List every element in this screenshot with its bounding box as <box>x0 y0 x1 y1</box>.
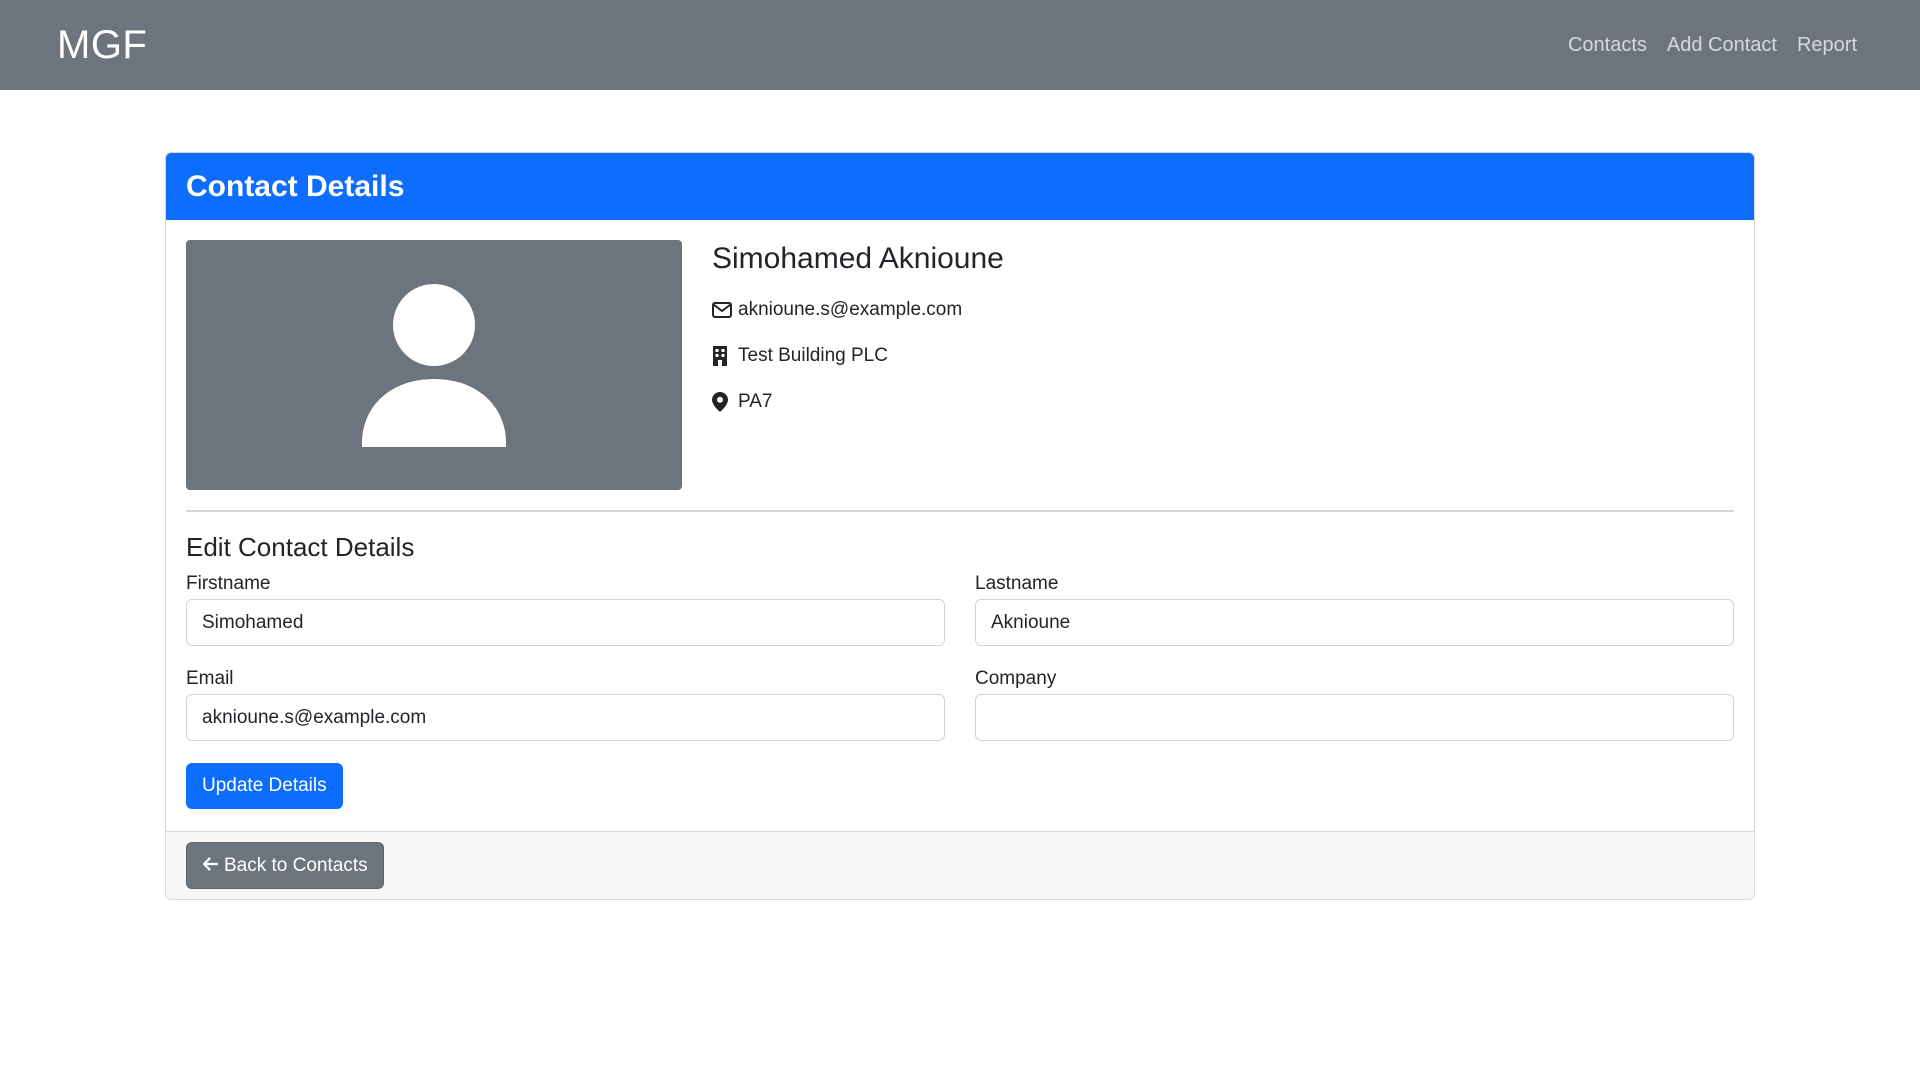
nav-link-add-contact[interactable]: Add Contact <box>1667 34 1777 57</box>
brand-logo[interactable]: MGF <box>57 25 147 65</box>
building-icon <box>712 346 734 366</box>
email-field[interactable] <box>186 694 945 741</box>
back-to-contacts-button[interactable]: Back to Contacts <box>186 842 384 889</box>
contact-name: Simohamed Aknioune <box>712 242 1004 275</box>
contact-email: aknioune.s@example.com <box>738 299 963 320</box>
lastname-field-group: Lastname <box>975 573 1734 646</box>
avatar <box>186 240 682 490</box>
contact-details-card: Contact Details Simohamed Aknioune aknio… <box>165 152 1755 900</box>
contact-company: Test Building PLC <box>738 345 888 366</box>
person-icon <box>362 284 506 447</box>
company-field-group: Company <box>975 668 1734 741</box>
card-title: Contact Details <box>186 169 405 203</box>
email-label: Email <box>186 668 234 689</box>
form-grid: Firstname Lastname Email Company <box>186 573 1734 741</box>
nav-links: Contacts Add Contact Report <box>1568 34 1857 57</box>
card-body: Simohamed Aknioune aknioune.s@example.co… <box>166 220 1754 819</box>
map-pin-icon <box>712 392 734 412</box>
edit-contact-form: Firstname Lastname Email Company Update … <box>186 573 1734 809</box>
update-details-button[interactable]: Update Details <box>186 763 343 809</box>
navbar: MGF Contacts Add Contact Report <box>0 0 1920 90</box>
contact-email-line: aknioune.s@example.com <box>712 298 1004 322</box>
contact-company-line: Test Building PLC <box>712 344 1004 368</box>
contact-info: Simohamed Aknioune aknioune.s@example.co… <box>712 240 1004 490</box>
section-divider <box>186 510 1734 512</box>
nav-link-contacts[interactable]: Contacts <box>1568 34 1647 57</box>
lastname-label: Lastname <box>975 573 1059 594</box>
firstname-field[interactable] <box>186 599 945 646</box>
firstname-field-group: Firstname <box>186 573 945 646</box>
edit-section-title: Edit Contact Details <box>186 532 415 562</box>
nav-link-report[interactable]: Report <box>1797 34 1857 57</box>
card-header: Contact Details <box>166 153 1754 220</box>
contact-location: PA7 <box>738 391 773 412</box>
arrow-left-icon <box>202 855 219 877</box>
back-to-contacts-label: Back to Contacts <box>224 854 368 876</box>
email-field-group: Email <box>186 668 945 741</box>
profile-row: Simohamed Aknioune aknioune.s@example.co… <box>186 240 1734 490</box>
company-field[interactable] <box>975 694 1734 741</box>
envelope-icon <box>712 302 734 318</box>
firstname-label: Firstname <box>186 573 271 594</box>
company-label: Company <box>975 668 1057 689</box>
contact-location-line: PA7 <box>712 390 1004 414</box>
card-footer: Back to Contacts <box>166 831 1754 899</box>
lastname-field[interactable] <box>975 599 1734 646</box>
